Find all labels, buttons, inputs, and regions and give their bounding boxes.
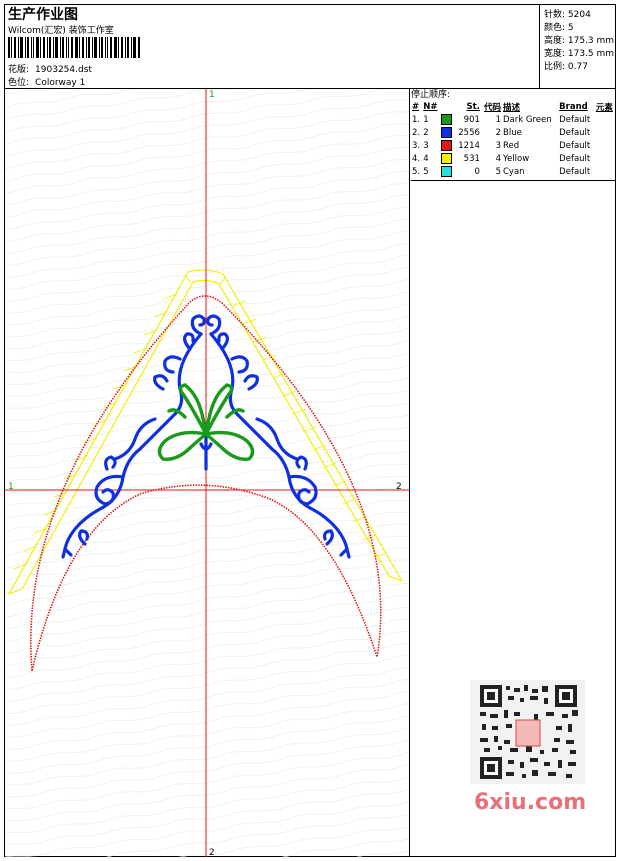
row-needle: 1 — [423, 114, 429, 125]
watermark-logo: 6xiu.com — [474, 790, 587, 815]
row-index: 5. — [412, 166, 421, 177]
row-code: 3 — [495, 140, 501, 151]
barcode — [8, 37, 140, 58]
design-height: 高度: 175.3 mm — [544, 36, 615, 46]
canvas-background — [5, 89, 409, 857]
axis-top-label: 1 — [209, 90, 215, 100]
color-swatch — [441, 114, 453, 125]
colorway-label: 色位: — [8, 78, 30, 88]
row-stitches: 901 — [463, 114, 480, 125]
col-stitches: St. — [466, 102, 480, 112]
design-label: 花版: — [8, 65, 30, 75]
color-swatch — [441, 166, 453, 177]
col-element: 元素 — [595, 103, 613, 113]
color-swatch — [441, 140, 453, 151]
color-row: 4. 4 531 4 Yellow Default — [411, 152, 616, 165]
panel-divider — [409, 89, 410, 857]
row-swatch — [440, 139, 454, 152]
axis-right-label: 2 — [396, 482, 402, 492]
row-stitches: 2556 — [458, 127, 480, 138]
row-code: 5 — [495, 166, 501, 177]
stop-sequence-panel: 停止顺序: # N# St. 代码 描述 Brand 元素 1. 1 901 1 Dar… — [411, 89, 616, 181]
row-element — [595, 139, 616, 152]
row-brand: Default — [559, 114, 591, 125]
row-stitches: 1214 — [458, 140, 480, 151]
col-needle: N# — [423, 102, 438, 112]
row-element — [595, 113, 616, 126]
design-line: 花版: 1903254.dst — [8, 62, 92, 75]
design-canvas — [5, 89, 409, 857]
studio-name: Wilcom(汇宏) 装饰工作室 — [8, 26, 114, 36]
info-panel: 针数: 5204 颜色: 5 高度: 175.3 mm 宽度: 173.5 mm… — [539, 4, 616, 88]
row-stitches: 0 — [474, 166, 480, 177]
color-row: 3. 3 1214 3 Red Default — [411, 139, 616, 152]
row-code: 2 — [495, 127, 501, 138]
row-description: Red — [503, 140, 520, 151]
row-code: 4 — [495, 153, 501, 164]
axis-left-label: 1 — [8, 482, 14, 492]
color-swatch — [441, 153, 453, 164]
qr-center-stamp — [515, 719, 541, 747]
row-element — [595, 126, 616, 139]
design-width: 宽度: 173.5 mm — [544, 49, 615, 59]
row-index: 3. — [412, 140, 421, 151]
row-description: Dark Green — [503, 114, 552, 125]
row-brand: Default — [559, 127, 591, 138]
color-swatch — [441, 127, 453, 138]
row-swatch — [440, 126, 454, 139]
col-code: 代码 — [483, 103, 501, 113]
row-brand: Default — [559, 140, 591, 151]
color-row: 2. 2 2556 2 Blue Default — [411, 126, 616, 139]
row-index: 4. — [412, 153, 421, 164]
row-swatch — [440, 165, 454, 178]
colorway-value: Colorway 1 — [35, 78, 86, 88]
row-brand: Default — [559, 166, 591, 177]
design-scale: 比例: 0.77 — [544, 62, 588, 72]
row-swatch — [440, 152, 454, 165]
row-needle: 5 — [423, 166, 429, 177]
row-element — [595, 165, 616, 178]
color-row: 5. 5 0 5 Cyan Default — [411, 165, 616, 178]
row-swatch — [440, 113, 454, 126]
color-row: 1. 1 901 1 Dark Green Default — [411, 113, 616, 126]
col-description: 描述 — [503, 103, 521, 113]
row-description: Blue — [503, 127, 522, 138]
axis-bottom-label: 2 — [209, 848, 215, 858]
color-count: 颜色: 5 — [544, 23, 574, 33]
row-code: 1 — [495, 114, 501, 125]
col-swatch — [440, 101, 454, 113]
row-element — [595, 152, 616, 165]
stop-sequence-title: 停止顺序: — [411, 90, 451, 100]
row-needle: 2 — [423, 127, 429, 138]
col-brand: Brand — [559, 102, 588, 112]
row-index: 1. — [412, 114, 421, 125]
row-needle: 3 — [423, 140, 429, 151]
row-description: Cyan — [503, 166, 525, 177]
color-table-header: # N# St. 代码 描述 Brand 元素 — [411, 101, 616, 113]
row-brand: Default — [559, 153, 591, 164]
row-needle: 4 — [423, 153, 429, 164]
col-index: # — [412, 102, 420, 112]
row-description: Yellow — [503, 153, 530, 164]
row-index: 2. — [412, 127, 421, 138]
qr-code — [470, 680, 585, 784]
color-table: # N# St. 代码 描述 Brand 元素 1. 1 901 1 Dark Gree… — [411, 101, 616, 178]
stop-sequence-divider — [411, 180, 616, 181]
colorway-line: 色位: Colorway 1 — [8, 75, 85, 88]
row-stitches: 531 — [463, 153, 480, 164]
stitch-count: 针数: 5204 — [544, 10, 591, 20]
design-value: 1903254.dst — [35, 65, 92, 75]
page-title: 生产作业图 — [8, 7, 78, 23]
